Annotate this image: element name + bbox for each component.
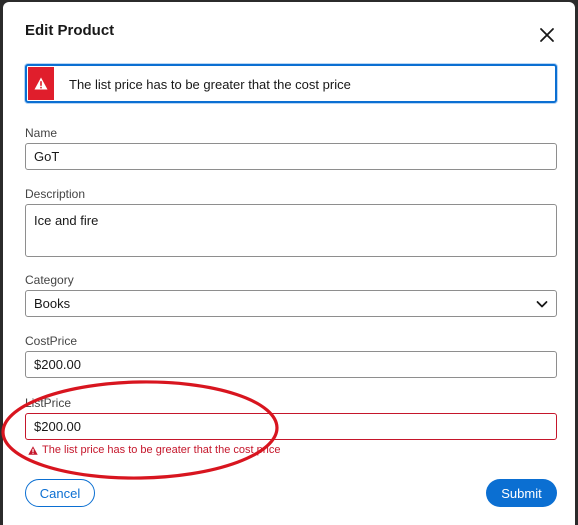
cost-price-input[interactable]: $200.00 — [25, 351, 557, 378]
category-selected-value: Books — [34, 296, 71, 311]
category-label: Category — [25, 273, 74, 287]
name-label: Name — [25, 126, 58, 140]
edit-product-dialog: Edit Product The list price has to be gr… — [3, 2, 575, 525]
list-price-label: ListPrice — [25, 396, 72, 410]
list-price-input[interactable]: $200.00 — [25, 413, 557, 440]
dialog-title: Edit Product — [25, 22, 115, 39]
list-price-error: The list price has to be greater that th… — [28, 444, 280, 456]
close-icon — [540, 28, 554, 42]
close-button[interactable] — [536, 24, 558, 46]
name-input[interactable]: GoT — [25, 143, 557, 170]
chevron-down-icon — [536, 301, 548, 308]
description-textarea[interactable]: Ice and fire — [25, 204, 557, 257]
cancel-button[interactable]: Cancel — [25, 479, 95, 507]
warning-icon — [34, 77, 48, 90]
warning-icon — [28, 445, 38, 455]
list-price-error-text: The list price has to be greater that th… — [42, 444, 281, 456]
category-select[interactable]: Books — [25, 290, 557, 317]
error-banner: The list price has to be greater that th… — [25, 64, 557, 103]
submit-button[interactable]: Submit — [486, 479, 557, 507]
description-label: Description — [25, 187, 86, 201]
banner-warning-icon-box — [28, 67, 54, 100]
banner-message: The list price has to be greater that th… — [69, 77, 351, 92]
cost-price-label: CostPrice — [25, 334, 78, 348]
